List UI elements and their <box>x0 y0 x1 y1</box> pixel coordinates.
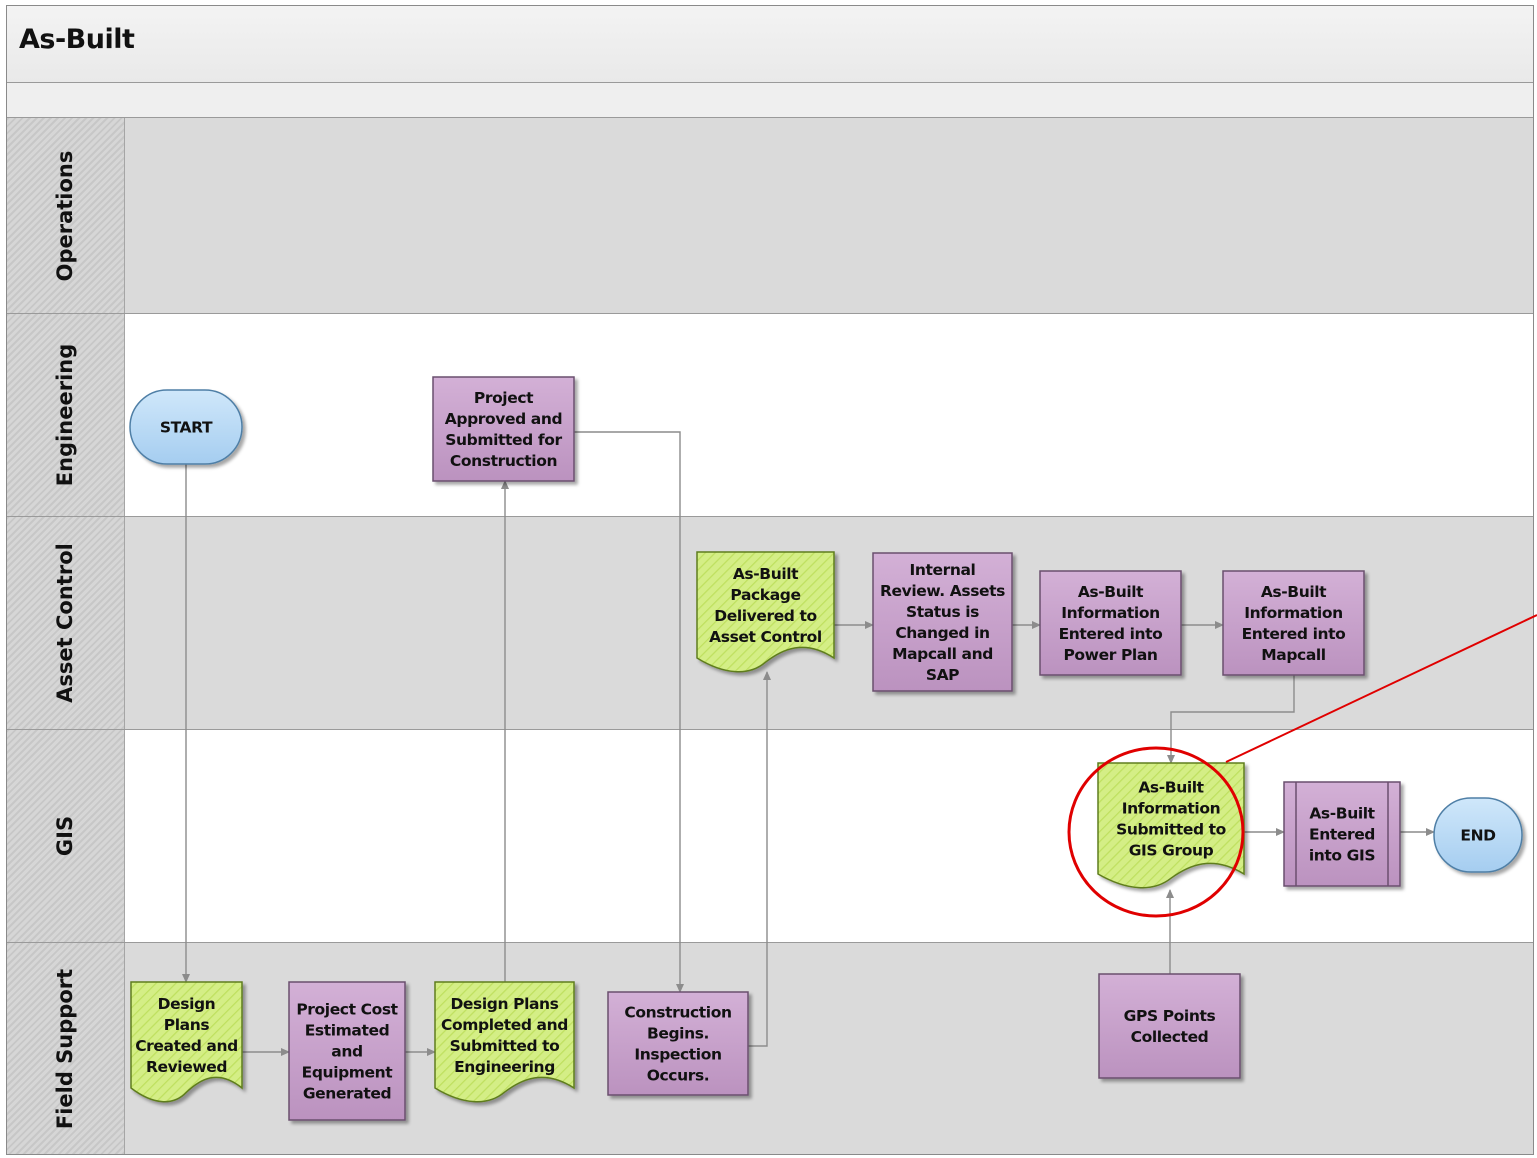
node-label-line: Engineering <box>454 1058 555 1076</box>
node-label-line: Status is <box>906 603 979 621</box>
connectors <box>182 431 1435 1056</box>
node-label-line: Occurs. <box>647 1067 710 1085</box>
node-design-plans-completed[interactable]: Design Plans Completed and Submitted to Eng… <box>434 981 575 1103</box>
node-label-line: Entered into <box>1059 625 1163 643</box>
node-label-line: Power Plan <box>1063 646 1157 664</box>
node-label-line: Plans <box>164 1016 210 1034</box>
node-label-line: Package <box>730 586 800 604</box>
node-label-line: Design <box>158 995 216 1013</box>
node-label-line: Approved and <box>445 410 562 428</box>
node-label-line: START <box>160 419 213 437</box>
node-label-line: Asset Control <box>709 628 822 646</box>
node-submitted-gis[interactable]: As-Built Information Submitted to GIS Group <box>1097 762 1245 889</box>
node-label-line: Delivered to <box>714 607 817 625</box>
node-label-line: As-Built <box>1078 583 1144 601</box>
node-label-line: Information <box>1122 800 1220 818</box>
node-label-line: Project Cost <box>296 1001 398 1019</box>
connector-entered_mapcall-to-submitted_gis <box>1167 675 1295 764</box>
node-label-line: Reviewed <box>146 1058 227 1076</box>
node-package-delivered[interactable]: As-Built Package Delivered to Asset Control <box>696 551 835 673</box>
node-label-line: Changed in <box>895 624 989 642</box>
node-entered-gis[interactable]: As-Built Entered into GIS <box>1283 781 1401 887</box>
node-label-line: Construction <box>624 1004 731 1022</box>
node-label-line: Created and <box>135 1037 238 1055</box>
node-internal-review[interactable]: Internal Review. Assets Status is Changed i… <box>872 552 1013 692</box>
node-label-line: and <box>331 1043 362 1061</box>
node-label-line: Entered <box>1309 826 1375 844</box>
node-label-line: END <box>1460 827 1496 845</box>
connector-construction_begins-to-package_delivered <box>748 671 771 1047</box>
node-project-cost[interactable]: Project Cost Estimated and Equipment Generat… <box>288 981 406 1121</box>
node-label-line: Review. Assets <box>880 582 1005 600</box>
node-label-line: As-Built <box>733 565 799 583</box>
node-label-line: Construction <box>450 452 557 470</box>
node-label-line: Internal <box>910 561 976 579</box>
node-label-line: As-Built <box>1138 779 1204 797</box>
node-label-line: Estimated <box>305 1022 390 1040</box>
node-label-line: Collected <box>1131 1028 1209 1046</box>
node-entered-power-plan[interactable]: As-Built Information Entered into Power Pla… <box>1039 570 1182 676</box>
node-gps-points[interactable]: GPS Points Collected <box>1098 973 1241 1079</box>
node-label-line: Generated <box>303 1085 391 1103</box>
node-label-line: into GIS <box>1309 847 1375 865</box>
node-construction-begins[interactable]: Construction Begins. Inspection Occurs. <box>607 991 749 1096</box>
node-entered-mapcall[interactable]: As-Built Information Entered into Mapcall <box>1222 570 1365 676</box>
connector-project_approved-to-construction_begins <box>574 431 684 993</box>
node-label-line: Entered into <box>1242 625 1346 643</box>
node-label-line: Inspection <box>634 1046 721 1064</box>
node-label-line: Submitted to <box>1116 821 1226 839</box>
node-start[interactable]: START <box>129 389 243 465</box>
nodes: START Design Plans Created and Reviewed Proje… <box>129 376 1523 1121</box>
node-label-line: Submitted to <box>450 1037 560 1055</box>
node-label-line: Submitted for <box>445 431 562 449</box>
node-label-line: Design Plans <box>450 995 558 1013</box>
node-project-approved[interactable]: Project Approved and Submitted for Construc… <box>432 376 575 482</box>
node-label-line: As-Built <box>1261 583 1327 601</box>
node-label-line: Equipment <box>302 1064 394 1082</box>
node-end[interactable]: END <box>1433 797 1523 873</box>
node-label-line: Mapcall <box>1261 646 1326 664</box>
node-label-line: GIS Group <box>1129 842 1214 860</box>
node-label-line: Information <box>1061 604 1159 622</box>
node-design-plans-created[interactable]: Design Plans Created and Reviewed <box>130 981 243 1103</box>
node-label-line: As-Built <box>1309 805 1375 823</box>
node-label-line: Project <box>474 389 534 407</box>
node-label-line: GPS Points <box>1124 1007 1216 1025</box>
flowchart: START Design Plans Created and Reviewed Proje… <box>129 376 1537 1121</box>
node-label-line: Mapcall and <box>892 645 993 663</box>
node-label-line: Completed and <box>441 1016 568 1034</box>
node-label-line: Information <box>1244 604 1342 622</box>
node-label-line: Begins. <box>647 1025 709 1043</box>
node-label-line: SAP <box>926 666 959 684</box>
node-shape-process <box>1098 973 1241 1079</box>
